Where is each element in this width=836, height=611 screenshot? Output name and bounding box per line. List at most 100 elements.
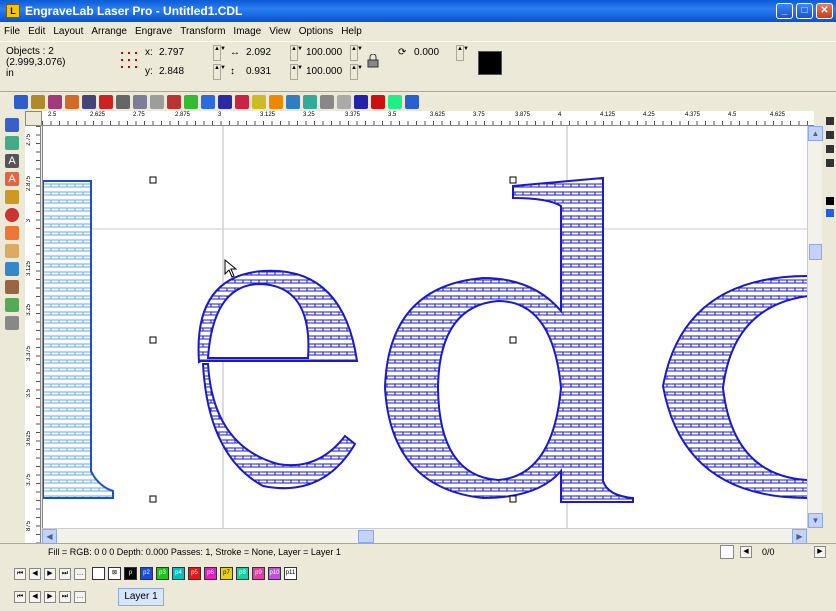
anchor-grid-icon[interactable] xyxy=(120,51,140,71)
lock-icon[interactable] xyxy=(366,53,380,68)
vertical-scroll-thumb[interactable] xyxy=(809,244,822,260)
scale-y-spinner[interactable]: ▲▼ xyxy=(350,64,363,80)
node-icon[interactable] xyxy=(388,95,402,109)
menu-image[interactable]: Image xyxy=(233,26,261,37)
artwork[interactable] xyxy=(43,126,807,528)
width-spinner[interactable]: ▲▼ xyxy=(290,45,303,61)
pen-swatch-blue[interactable] xyxy=(826,209,834,217)
dock-button[interactable] xyxy=(826,117,834,125)
copy-icon[interactable] xyxy=(133,95,147,109)
menu-options[interactable]: Options xyxy=(299,26,333,37)
next-pen-button[interactable]: ▶ xyxy=(44,568,56,580)
scroll-left-button[interactable]: ◀ xyxy=(42,529,57,544)
menu-file[interactable]: File xyxy=(4,26,20,37)
menu-help[interactable]: Help xyxy=(341,26,362,37)
cut-icon[interactable] xyxy=(116,95,130,109)
dock-button[interactable] xyxy=(826,131,834,139)
pen-9[interactable]: p9 xyxy=(252,567,265,580)
pen-3[interactable]: p3 xyxy=(156,567,169,580)
scale-x-spinner[interactable]: ▲▼ xyxy=(350,45,363,61)
more-pens-button[interactable]: … xyxy=(74,568,86,580)
pen-5[interactable]: p5 xyxy=(188,567,201,580)
print-icon[interactable] xyxy=(82,95,96,109)
vertical-scrollbar[interactable]: ▲ ▼ xyxy=(807,126,823,528)
ruler-corner[interactable] xyxy=(25,111,42,126)
color-tool-icon[interactable] xyxy=(5,262,19,276)
image-edit-icon[interactable] xyxy=(405,95,419,109)
prev-layer-button[interactable]: ◀ xyxy=(29,591,41,603)
y-field[interactable]: 2.848 xyxy=(159,65,209,79)
x-spinner[interactable]: ▲▼ xyxy=(213,45,226,61)
pen-swatch-black[interactable] xyxy=(826,197,834,205)
pen-1[interactable]: p xyxy=(124,567,137,580)
menu-transform[interactable]: Transform xyxy=(180,26,225,37)
minimize-button[interactable]: _ xyxy=(776,3,793,19)
text-tool-icon[interactable] xyxy=(337,95,351,109)
next-layer-button[interactable]: ▶ xyxy=(44,591,56,603)
last-pen-button[interactable]: ⏭ xyxy=(59,568,71,580)
bitmap-icon[interactable] xyxy=(235,95,249,109)
filter-icon[interactable] xyxy=(269,95,283,109)
top-ruler[interactable]: 2.5 2.625 2.75 2.875 3 3.125 3.25 3.375 … xyxy=(42,111,814,126)
scale-x-field[interactable]: 100.000 xyxy=(306,46,350,60)
node-tool-icon[interactable] xyxy=(5,136,19,150)
menu-engrave[interactable]: Engrave xyxy=(135,26,172,37)
pen-7[interactable]: p7 xyxy=(220,567,233,580)
zoom-tool-icon[interactable] xyxy=(5,190,19,204)
shape-icon[interactable] xyxy=(320,95,334,109)
pen-8[interactable]: p8 xyxy=(236,567,249,580)
pen-outline[interactable]: ⊠ xyxy=(108,567,121,580)
barcode-icon[interactable] xyxy=(354,95,368,109)
delete-icon[interactable] xyxy=(371,95,385,109)
dock-button[interactable] xyxy=(826,159,834,167)
pick-tool-icon[interactable] xyxy=(5,118,19,132)
prev-pen-button[interactable]: ◀ xyxy=(29,568,41,580)
pen-6[interactable]: p6 xyxy=(204,567,217,580)
width-field[interactable]: 2.092 xyxy=(246,46,286,60)
redo-icon[interactable] xyxy=(184,95,198,109)
page-next-button[interactable]: ▶ xyxy=(814,546,826,558)
zoom-icon[interactable] xyxy=(201,95,215,109)
first-pen-button[interactable]: ⏮ xyxy=(14,568,26,580)
maximize-button[interactable]: □ xyxy=(796,3,813,19)
x-field[interactable]: 2.797 xyxy=(159,46,209,60)
align-icon[interactable] xyxy=(303,95,317,109)
ellipse-tool-icon[interactable] xyxy=(5,208,19,222)
menu-layout[interactable]: Layout xyxy=(53,26,83,37)
scroll-right-button[interactable]: ▶ xyxy=(792,529,807,544)
pen-11[interactable]: p11 xyxy=(284,567,297,580)
drawing-canvas[interactable] xyxy=(42,126,807,528)
last-layer-button[interactable]: ⏭ xyxy=(59,591,71,603)
first-layer-button[interactable]: ⏮ xyxy=(14,591,26,603)
group-icon[interactable] xyxy=(286,95,300,109)
save-file-icon[interactable] xyxy=(48,95,62,109)
rotate-spinner[interactable]: ▲▼ xyxy=(456,45,469,61)
pen-4[interactable]: p4 xyxy=(172,567,185,580)
menu-arrange[interactable]: Arrange xyxy=(91,26,127,37)
paste-icon[interactable] xyxy=(167,95,181,109)
art-text-icon[interactable]: A xyxy=(5,172,19,186)
layer-icon[interactable] xyxy=(218,95,232,109)
menu-edit[interactable]: Edit xyxy=(28,26,45,37)
height-spinner[interactable]: ▲▼ xyxy=(290,64,303,80)
pen-10[interactable]: p10 xyxy=(268,567,281,580)
horizontal-scrollbar[interactable]: ◀ ▶ xyxy=(42,528,807,544)
undo-icon[interactable] xyxy=(150,95,164,109)
pen-none[interactable] xyxy=(92,567,105,580)
brush-tool-icon[interactable] xyxy=(5,280,19,294)
page-prev-button[interactable]: ◀ xyxy=(740,546,752,558)
height-field[interactable]: 0.931 xyxy=(246,65,286,79)
new-file-icon[interactable] xyxy=(14,95,28,109)
text-tool-a-icon[interactable]: A xyxy=(5,154,19,168)
dock-button[interactable] xyxy=(826,145,834,153)
pen-tool-icon[interactable] xyxy=(5,244,19,258)
left-ruler[interactable]: 2.75 2.875 3 3.125 3.25 3.375 3.5 3.625 … xyxy=(25,126,41,544)
menu-view[interactable]: View xyxy=(269,26,291,37)
close-button[interactable]: ✕ xyxy=(816,3,833,19)
engrave-icon[interactable] xyxy=(99,95,113,109)
open-file-icon[interactable] xyxy=(31,95,45,109)
eraser-tool-icon[interactable] xyxy=(5,316,19,330)
more-layers-button[interactable]: … xyxy=(74,591,86,603)
scale-y-field[interactable]: 100.000 xyxy=(306,65,350,79)
layer-tab[interactable]: Layer 1 xyxy=(118,588,164,606)
